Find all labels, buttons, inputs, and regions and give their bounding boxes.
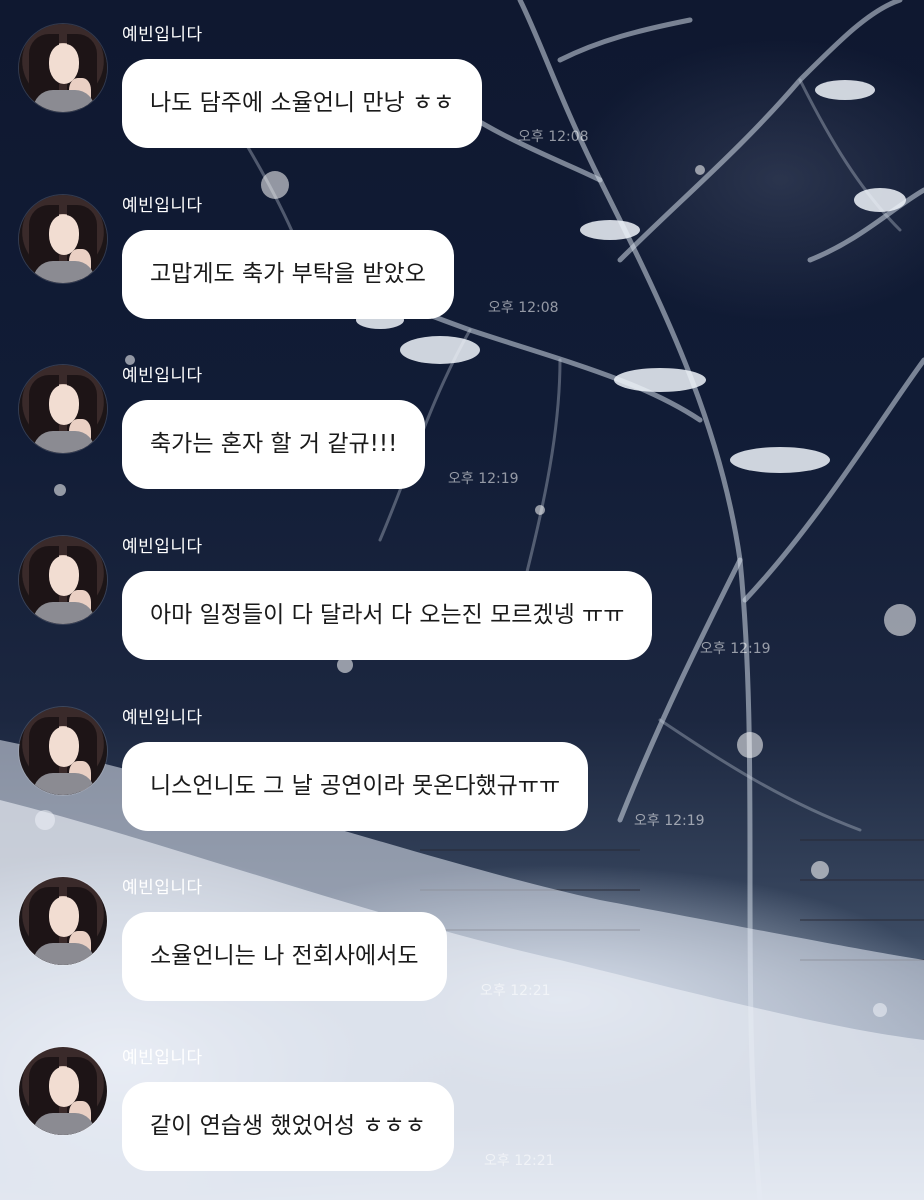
message-1: 예빈입니다 나도 담주에 소율언니 만낭 ㅎㅎ 오후 12:08 [0, 0, 924, 170]
message-3: 예빈입니다 축가는 혼자 할 거 같규!!! 오후 12:19 [0, 341, 924, 511]
message-6: 예빈입니다 소율언니는 나 전회사에서도 오후 12:21 [0, 853, 924, 1023]
profile-photo-icon[interactable] [19, 1047, 107, 1135]
profile-photo-icon[interactable] [19, 536, 107, 624]
message-7: 예빈입니다 같이 연습생 했었어성 ㅎㅎㅎ 오후 12:21 [0, 1023, 924, 1193]
profile-photo-icon[interactable] [19, 707, 107, 795]
sender-name: 예빈입니다 [122, 537, 203, 557]
sender-name: 예빈입니다 [122, 196, 203, 216]
message-2: 예빈입니다 고맙게도 축가 부탁을 받았오 오후 12:08 [0, 171, 924, 341]
message-time: 오후 12:21 [480, 983, 551, 999]
sender-name: 예빈입니다 [122, 25, 203, 45]
message-time: 오후 12:19 [634, 813, 705, 829]
message-bubble[interactable]: 아마 일정들이 다 달라서 다 오는진 모르겠넹 ㅠㅠ [122, 571, 653, 660]
sender-name: 예빈입니다 [122, 878, 203, 898]
message-bubble[interactable]: 같이 연습생 했었어성 ㅎㅎㅎ [122, 1082, 454, 1171]
message-bubble[interactable]: 나도 담주에 소율언니 만낭 ㅎㅎ [122, 59, 483, 148]
message-time: 오후 12:19 [700, 641, 771, 657]
sender-name: 예빈입니다 [122, 1048, 203, 1068]
message-time: 오후 12:21 [484, 1153, 555, 1169]
message-time: 오후 12:08 [488, 300, 559, 316]
message-time: 오후 12:08 [518, 129, 589, 145]
message-time: 오후 12:19 [448, 471, 519, 487]
profile-photo-icon[interactable] [19, 365, 107, 453]
profile-photo-icon[interactable] [19, 877, 107, 965]
message-bubble[interactable]: 고맙게도 축가 부탁을 받았오 [122, 230, 454, 319]
message-4: 예빈입니다 아마 일정들이 다 달라서 다 오는진 모르겠넹 ㅠㅠ 오후 12:… [0, 512, 924, 682]
profile-photo-icon[interactable] [19, 24, 107, 112]
sender-name: 예빈입니다 [122, 366, 203, 386]
profile-photo-icon[interactable] [19, 195, 107, 283]
message-bubble[interactable]: 소율언니는 나 전회사에서도 [122, 912, 447, 1001]
message-5: 예빈입니다 니스언니도 그 날 공연이라 못온다했규ㅠㅠ 오후 12:19 [0, 683, 924, 853]
sender-name: 예빈입니다 [122, 708, 203, 728]
message-bubble[interactable]: 축가는 혼자 할 거 같규!!! [122, 400, 426, 489]
message-bubble[interactable]: 니스언니도 그 날 공연이라 못온다했규ㅠㅠ [122, 742, 589, 831]
